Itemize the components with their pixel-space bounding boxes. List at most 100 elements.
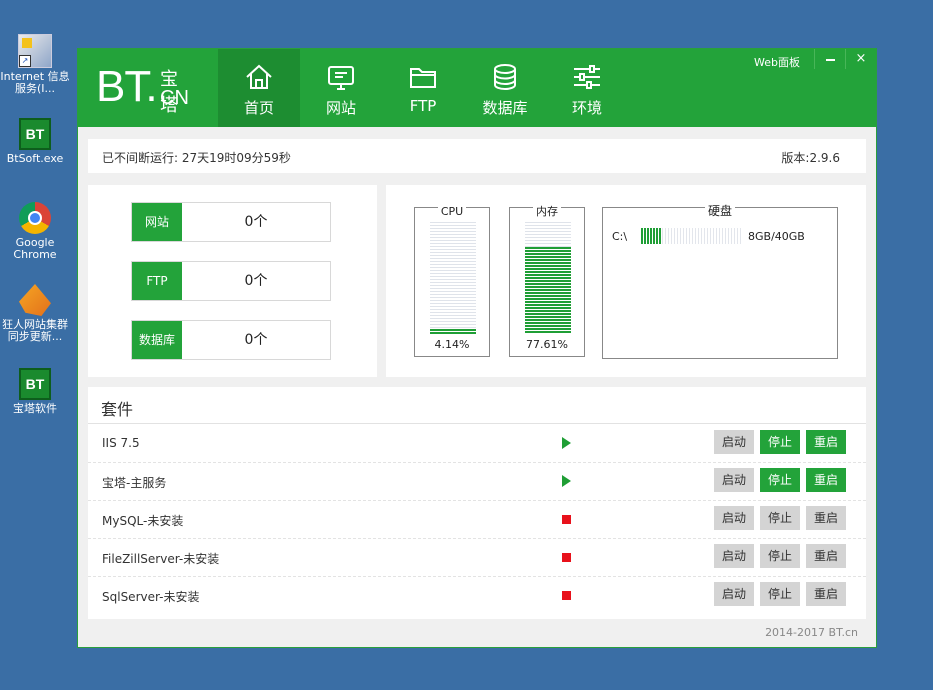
stop-button[interactable]: 停止 [760,506,800,530]
bt-icon: BT [19,368,51,400]
sliders-icon [571,61,603,93]
spider-icon [19,284,51,316]
web-panel-link[interactable]: Web面板 [754,54,800,70]
services-title: 套件 [101,400,134,419]
count-value: 0个 [244,273,268,289]
running-icon [562,437,571,449]
memory-title: 内存 [533,205,561,218]
iis-icon: ↗ [18,34,52,68]
service-actions: 启动 停止 重启 [714,582,846,606]
disk-drive: C:\ [612,230,628,243]
disk-title: 硬盘 [704,204,735,218]
service-name: 宝塔-主服务 [102,476,167,490]
start-button[interactable]: 启动 [714,430,754,454]
restart-button[interactable]: 重启 [806,582,846,606]
folder-icon [407,61,439,93]
chrome-icon [19,202,51,234]
services-panel: 套件 IIS 7.5 启动 停止 重启 宝塔-主服务 启动 停止 重启 MySQL-未安装 启动停… [88,387,866,619]
start-button[interactable]: 启动 [714,582,754,606]
count-label: 数据库 [132,321,182,359]
nav-environment[interactable]: 环境 [546,49,628,127]
count-website[interactable]: 网站 0个 [131,202,331,242]
count-label: FTP [132,262,182,300]
cpu-fill [430,329,476,334]
restart-button[interactable]: 重启 [806,544,846,568]
memory-value: 77.61% [526,338,568,351]
service-row: IIS 7.5 启动 停止 重启 [88,425,866,463]
desktop-icon-label: BtSoft.exe [6,152,64,165]
restart-button[interactable]: 重启 [806,506,846,530]
service-name: MySQL-未安装 [102,514,184,528]
minimize-button[interactable] [814,49,845,69]
cpu-value: 4.14% [434,338,470,351]
running-icon [562,475,571,487]
nav-website[interactable]: 网站 [300,49,382,127]
titlebar[interactable]: BT. 宝塔 CN 首页 网站 FTP 数据库 环境 Web面板 × [78,49,876,127]
monitor-icon [325,61,357,93]
desktop-icon-label: Google Chrome [13,236,57,261]
memory-bars [525,222,571,334]
start-button[interactable]: 启动 [714,468,754,492]
count-value: 0个 [244,214,268,230]
service-actions: 启动 停止 重启 [714,544,846,568]
stop-button[interactable]: 停止 [760,430,800,454]
service-row: SqlServer-未安装 启动 停止 重启 [88,577,866,614]
database-icon [489,61,521,93]
stopped-icon [562,553,571,562]
desktop-icon-label: 狂人网站集群同步更新... [2,318,68,343]
cpu-gauge: CPU 4.14% [414,205,490,357]
logo-bt: BT. [96,62,158,111]
memory-fill [525,247,571,334]
main-nav: 首页 网站 FTP 数据库 环境 [218,49,628,127]
count-label: 网站 [132,203,182,241]
desktop-icon-btsoft[interactable]: BT BtSoft.exe [0,118,70,165]
memory-gauge: 内存 77.61% [509,205,585,357]
service-row: 宝塔-主服务 启动 停止 重启 [88,463,866,501]
service-name: SqlServer-未安装 [102,590,200,604]
start-button[interactable]: 启动 [714,544,754,568]
desktop-icon-iis[interactable]: ↗ Internet 信息服务(I... [0,34,70,95]
service-row: FileZillServer-未安装 启动 停止 重启 [88,539,866,577]
copyright: 2014-2017 BT.cn [765,626,858,639]
stop-button[interactable]: 停止 [760,544,800,568]
count-value: 0个 [244,332,268,348]
restart-button[interactable]: 重启 [806,430,846,454]
resource-panel: CPU 4.14% 内存 77.61% 硬盘 C:\ 8GB/40GB [386,185,866,377]
stopped-icon [562,515,571,524]
nav-home[interactable]: 首页 [218,49,300,127]
nav-ftp[interactable]: FTP [382,49,464,127]
service-actions: 启动 停止 重启 [714,430,846,454]
disk-fill [641,228,661,244]
restart-button[interactable]: 重启 [806,468,846,492]
count-ftp[interactable]: FTP 0个 [131,261,331,301]
nav-label: 首页 [243,99,274,117]
desktop-icon-btsoftware[interactable]: BT 宝塔软件 [0,368,70,415]
nav-label: 数据库 [482,99,528,117]
nav-label: 环境 [571,99,602,117]
window-controls: Web面板 × [754,49,876,70]
bt-window: BT. 宝塔 CN 首页 网站 FTP 数据库 环境 Web面板 × 已不间断运… [77,48,877,648]
home-icon [243,61,275,93]
counts-panel: 网站 0个 FTP 0个 数据库 0个 [88,185,377,377]
desktop-icon-label: 宝塔软件 [13,402,57,415]
count-database[interactable]: 数据库 0个 [131,320,331,360]
desktop-icon-spider[interactable]: 狂人网站集群同步更新... [0,284,70,343]
desktop-icon-chrome[interactable]: Google Chrome [0,202,70,261]
uptime-text: 已不间断运行: 27天19时09分59秒 [102,151,291,165]
divider [88,423,866,424]
service-name: FileZillServer-未安装 [102,552,220,566]
disk-gauge: 硬盘 C:\ 8GB/40GB [602,204,838,359]
start-button[interactable]: 启动 [714,506,754,530]
uptime-bar: 已不间断运行: 27天19时09分59秒 版本:2.9.6 [88,139,866,173]
nav-label: 网站 [325,99,356,117]
disk-bar [641,228,741,244]
close-button[interactable]: × [845,49,876,69]
nav-database[interactable]: 数据库 [464,49,546,127]
version-text: 版本:2.9.6 [781,151,840,165]
stop-button[interactable]: 停止 [760,582,800,606]
service-actions: 启动 停止 重启 [714,506,846,530]
stop-button[interactable]: 停止 [760,468,800,492]
cpu-title: CPU [437,205,467,218]
service-row: MySQL-未安装 启动 停止 重启 [88,501,866,539]
stopped-icon [562,591,571,600]
